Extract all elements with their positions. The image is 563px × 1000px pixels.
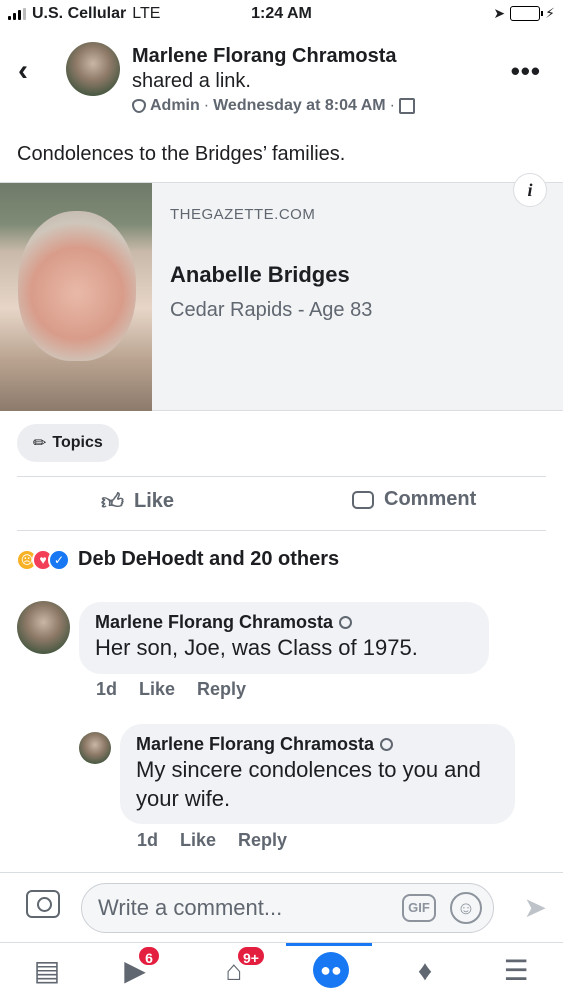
comment-like-button[interactable]: Like bbox=[139, 679, 175, 700]
active-tab-indicator bbox=[286, 943, 372, 946]
post-text: Condolences to the Bridges’ families. bbox=[17, 143, 346, 165]
group-privacy-icon bbox=[398, 98, 415, 114]
meta-separator: · bbox=[389, 97, 395, 114]
back-button[interactable]: ‹ bbox=[18, 54, 28, 88]
comment-input[interactable] bbox=[98, 884, 388, 932]
post-meta: Admin · Wednesday at 8:04 AM · bbox=[132, 97, 415, 115]
author-name[interactable]: Marlene Florang Chramosta bbox=[132, 45, 397, 67]
author-avatar[interactable] bbox=[66, 42, 120, 96]
send-icon[interactable]: ➤ bbox=[524, 891, 547, 924]
reply-like-button[interactable]: Like bbox=[180, 830, 216, 851]
battery-icon bbox=[510, 6, 544, 21]
reply-age: 1d bbox=[137, 830, 159, 850]
info-icon[interactable]: i bbox=[513, 173, 547, 207]
reply-author[interactable]: Marlene Florang Chramosta bbox=[136, 734, 499, 755]
reaction-icons: ☹ ♥ ✓ bbox=[16, 548, 70, 571]
like-reaction-icon: ✓ bbox=[48, 548, 70, 571]
like-button[interactable]: 👍︎ Like bbox=[101, 488, 174, 515]
link-preview-image[interactable] bbox=[0, 183, 152, 411]
reply-author-name[interactable]: Marlene Florang Chramosta bbox=[136, 734, 374, 755]
admin-shield-icon bbox=[132, 99, 146, 113]
reply-avatar[interactable] bbox=[79, 732, 111, 764]
admin-badge-icon bbox=[339, 616, 353, 629]
comment-button[interactable]: Comment bbox=[352, 488, 476, 511]
menu-icon[interactable]: ☰ bbox=[496, 951, 536, 991]
topics-label: Topics bbox=[52, 434, 103, 451]
status-bar: U.S. Cellular LTE 1:24 AM ➤ ⚡ bbox=[0, 0, 563, 30]
marketplace-badge: 9+ bbox=[236, 945, 266, 967]
link-description: Cedar Rapids - Age 83 bbox=[170, 299, 373, 321]
camera-icon[interactable] bbox=[26, 890, 60, 918]
comment-author[interactable]: Marlene Florang Chramosta bbox=[95, 612, 473, 633]
comment-composer: GIF ☺ ➤ bbox=[0, 872, 563, 942]
comment-label: Comment bbox=[384, 488, 477, 510]
reply-actions: 1d Like Reply bbox=[137, 830, 287, 851]
video-badge: 6 bbox=[137, 945, 161, 967]
reply-text: My sincere condolences to you and your w… bbox=[136, 757, 481, 811]
comment-age: 1d bbox=[96, 679, 118, 699]
topics-button[interactable]: ✏ Topics bbox=[17, 424, 119, 462]
status-bar-right: ➤ ⚡ bbox=[493, 5, 555, 22]
reply-bubble: Marlene Florang Chramosta My sincere con… bbox=[120, 724, 515, 824]
watch-video-icon[interactable]: ▶ 6 bbox=[115, 945, 161, 991]
meta-separator: · bbox=[203, 97, 210, 114]
gif-button[interactable]: GIF bbox=[402, 894, 436, 922]
post-action: shared a link. bbox=[132, 70, 251, 92]
admin-badge-icon bbox=[380, 738, 394, 751]
emoji-icon[interactable]: ☺ bbox=[450, 892, 482, 924]
reply-reply-button[interactable]: Reply bbox=[238, 830, 287, 851]
link-domain: THEGAZETTE.COM bbox=[170, 206, 316, 223]
post-header: Marlene Florang Chramosta shared a link. bbox=[132, 44, 462, 94]
divider bbox=[17, 476, 546, 477]
thumbs-up-icon: 👍︎ bbox=[101, 489, 124, 514]
news-feed-icon[interactable]: ▤ bbox=[27, 951, 67, 991]
charging-icon: ⚡ bbox=[545, 5, 555, 21]
pencil-icon: ✏ bbox=[33, 435, 47, 452]
commenter-avatar[interactable] bbox=[17, 601, 70, 654]
notifications-bell-icon[interactable]: ♦ bbox=[405, 951, 445, 991]
link-title[interactable]: Anabelle Bridges bbox=[170, 262, 350, 288]
reactions-text: Deb DeHoedt and 20 others bbox=[78, 548, 340, 570]
marketplace-icon[interactable]: ⌂ 9+ bbox=[214, 945, 266, 991]
location-icon: ➤ bbox=[493, 5, 506, 21]
comment-actions: 1d Like Reply bbox=[96, 679, 246, 700]
divider bbox=[17, 530, 546, 531]
status-time: 1:24 AM bbox=[251, 5, 312, 22]
comment-bubble: Marlene Florang Chramosta Her son, Joe, … bbox=[79, 602, 489, 674]
admin-label: Admin bbox=[150, 97, 200, 114]
comment-reply-button[interactable]: Reply bbox=[197, 679, 246, 700]
comment-icon bbox=[352, 490, 374, 509]
comment-text: Her son, Joe, was Class of 1975. bbox=[95, 635, 418, 660]
reactions-summary[interactable]: ☹ ♥ ✓ Deb DeHoedt and 20 others bbox=[16, 548, 339, 571]
more-options-button[interactable]: ••• bbox=[511, 56, 541, 87]
comment-input-box[interactable]: GIF ☺ bbox=[81, 883, 494, 933]
bottom-navigation: ▤ ▶ 6 ⌂ 9+ ♦ ☰ bbox=[0, 942, 563, 1000]
post-timestamp[interactable]: Wednesday at 8:04 AM bbox=[213, 97, 386, 115]
groups-icon[interactable]: ●● bbox=[313, 952, 349, 988]
like-label: Like bbox=[134, 490, 175, 512]
comment-author-name[interactable]: Marlene Florang Chramosta bbox=[95, 612, 333, 633]
